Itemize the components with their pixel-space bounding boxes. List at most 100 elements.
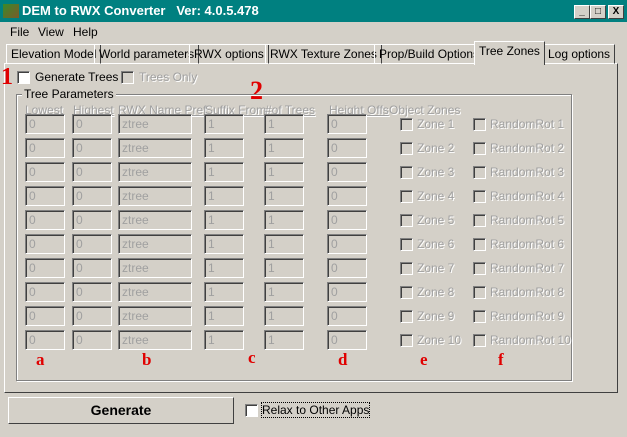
zone-label[interactable]: Zone 9 — [417, 309, 454, 323]
zone-label[interactable]: Zone 3 — [417, 165, 454, 179]
random-rot-label[interactable]: RandomRot 10 — [490, 333, 571, 347]
zone-label[interactable]: Zone 4 — [417, 189, 454, 203]
field-trees[interactable]: 1 — [264, 330, 304, 350]
relax-checkbox[interactable] — [245, 404, 258, 417]
field-lowest[interactable]: 0 — [25, 282, 65, 302]
relax-label[interactable]: Relax to Other Apps — [260, 402, 371, 418]
field-suffix[interactable]: 1 — [204, 114, 244, 134]
field-rwx[interactable]: ztree — [118, 306, 192, 326]
tab-rwx-texture-zones[interactable]: RWX Texture Zones — [265, 44, 382, 64]
field-trees[interactable]: 1 — [264, 186, 304, 206]
zone-checkbox[interactable] — [400, 190, 413, 203]
field-rwx[interactable]: ztree — [118, 162, 192, 182]
field-lowest[interactable]: 0 — [25, 186, 65, 206]
field-rwx[interactable]: ztree — [118, 282, 192, 302]
field-height[interactable]: 0 — [327, 306, 367, 326]
zone-label[interactable]: Zone 7 — [417, 261, 454, 275]
zone-label[interactable]: Zone 10 — [417, 333, 461, 347]
zone-checkbox[interactable] — [400, 166, 413, 179]
trees-only-label[interactable]: Trees Only — [139, 70, 197, 84]
tab-tree-zones[interactable]: Tree Zones — [474, 41, 545, 65]
tab-world-parameters[interactable]: World parameters — [94, 44, 200, 64]
field-rwx[interactable]: ztree — [118, 138, 192, 158]
zone-checkbox[interactable] — [400, 142, 413, 155]
field-trees[interactable]: 1 — [264, 282, 304, 302]
generate-button[interactable]: Generate — [8, 397, 234, 424]
random-rot-label[interactable]: RandomRot 5 — [490, 213, 564, 227]
minimize-button[interactable]: _ — [574, 5, 590, 19]
field-height[interactable]: 0 — [327, 210, 367, 230]
random-rot-checkbox[interactable] — [473, 142, 486, 155]
zone-checkbox[interactable] — [400, 214, 413, 227]
field-lowest[interactable]: 0 — [25, 114, 65, 134]
random-rot-checkbox[interactable] — [473, 286, 486, 299]
field-rwx[interactable]: ztree — [118, 114, 192, 134]
random-rot-label[interactable]: RandomRot 1 — [490, 117, 564, 131]
random-rot-label[interactable]: RandomRot 4 — [490, 189, 564, 203]
random-rot-checkbox[interactable] — [473, 262, 486, 275]
field-height[interactable]: 0 — [327, 234, 367, 254]
field-suffix[interactable]: 1 — [204, 234, 244, 254]
field-trees[interactable]: 1 — [264, 258, 304, 278]
tab-rwx-options[interactable]: RWX options — [189, 44, 269, 64]
field-highest[interactable]: 0 — [72, 306, 112, 326]
menu-view[interactable]: View — [38, 25, 64, 39]
field-rwx[interactable]: ztree — [118, 186, 192, 206]
field-highest[interactable]: 0 — [72, 186, 112, 206]
zone-label[interactable]: Zone 2 — [417, 141, 454, 155]
field-lowest[interactable]: 0 — [25, 162, 65, 182]
close-button[interactable]: X — [608, 5, 624, 19]
random-rot-checkbox[interactable] — [473, 334, 486, 347]
field-rwx[interactable]: ztree — [118, 330, 192, 350]
random-rot-label[interactable]: RandomRot 9 — [490, 309, 564, 323]
zone-checkbox[interactable] — [400, 334, 413, 347]
field-trees[interactable]: 1 — [264, 114, 304, 134]
field-rwx[interactable]: ztree — [118, 210, 192, 230]
field-suffix[interactable]: 1 — [204, 258, 244, 278]
field-suffix[interactable]: 1 — [204, 282, 244, 302]
field-highest[interactable]: 0 — [72, 234, 112, 254]
field-height[interactable]: 0 — [327, 114, 367, 134]
menu-help[interactable]: Help — [73, 25, 98, 39]
field-suffix[interactable]: 1 — [204, 306, 244, 326]
field-suffix[interactable]: 1 — [204, 138, 244, 158]
field-highest[interactable]: 0 — [72, 330, 112, 350]
random-rot-label[interactable]: RandomRot 2 — [490, 141, 564, 155]
field-highest[interactable]: 0 — [72, 210, 112, 230]
zone-checkbox[interactable] — [400, 310, 413, 323]
field-highest[interactable]: 0 — [72, 114, 112, 134]
tab-log-options[interactable]: Log options — [543, 44, 616, 64]
field-highest[interactable]: 0 — [72, 282, 112, 302]
random-rot-checkbox[interactable] — [473, 214, 486, 227]
random-rot-label[interactable]: RandomRot 7 — [490, 261, 564, 275]
zone-label[interactable]: Zone 1 — [417, 117, 454, 131]
field-height[interactable]: 0 — [327, 162, 367, 182]
field-highest[interactable]: 0 — [72, 162, 112, 182]
tab-elevation-model[interactable]: Elevation Model — [6, 44, 102, 64]
field-suffix[interactable]: 1 — [204, 186, 244, 206]
field-trees[interactable]: 1 — [264, 210, 304, 230]
random-rot-label[interactable]: RandomRot 8 — [490, 285, 564, 299]
field-trees[interactable]: 1 — [264, 234, 304, 254]
field-highest[interactable]: 0 — [72, 138, 112, 158]
field-suffix[interactable]: 1 — [204, 162, 244, 182]
zone-checkbox[interactable] — [400, 286, 413, 299]
field-height[interactable]: 0 — [327, 282, 367, 302]
trees-only-checkbox[interactable] — [121, 71, 134, 84]
field-highest[interactable]: 0 — [72, 258, 112, 278]
zone-label[interactable]: Zone 5 — [417, 213, 454, 227]
field-height[interactable]: 0 — [327, 138, 367, 158]
field-lowest[interactable]: 0 — [25, 210, 65, 230]
field-suffix[interactable]: 1 — [204, 210, 244, 230]
random-rot-label[interactable]: RandomRot 6 — [490, 237, 564, 251]
generate-trees-label[interactable]: Generate Trees — [35, 70, 118, 84]
random-rot-checkbox[interactable] — [473, 166, 486, 179]
generate-trees-checkbox[interactable] — [17, 71, 30, 84]
field-lowest[interactable]: 0 — [25, 306, 65, 326]
field-lowest[interactable]: 0 — [25, 138, 65, 158]
field-height[interactable]: 0 — [327, 330, 367, 350]
field-trees[interactable]: 1 — [264, 306, 304, 326]
zone-label[interactable]: Zone 8 — [417, 285, 454, 299]
zone-checkbox[interactable] — [400, 238, 413, 251]
random-rot-label[interactable]: RandomRot 3 — [490, 165, 564, 179]
